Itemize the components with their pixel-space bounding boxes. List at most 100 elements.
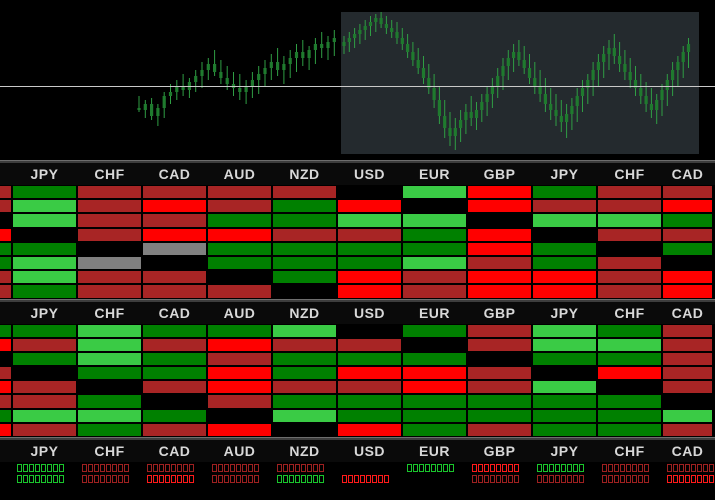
- heatmap-cell[interactable]: [598, 394, 661, 409]
- column-header-eur-2[interactable]: EUR: [403, 305, 466, 321]
- column-header-jpy-1[interactable]: JPY: [13, 166, 76, 182]
- heatmap-cell[interactable]: [338, 213, 401, 228]
- heatmap-cell[interactable]: [78, 185, 141, 200]
- heatmap-cell[interactable]: [598, 380, 661, 395]
- grid-1-body[interactable]: [0, 185, 715, 299]
- heatmap-cell[interactable]: [663, 185, 712, 200]
- column-header-cad-1[interactable]: CAD: [663, 166, 712, 182]
- heatmap-cell[interactable]: [663, 241, 712, 256]
- column-header-gbp-2[interactable]: GBP: [468, 305, 531, 321]
- heatmap-cell[interactable]: [403, 213, 466, 228]
- heatmap-cell[interactable]: [208, 408, 271, 423]
- heatmap-cell[interactable]: [533, 422, 596, 437]
- heatmap-cell[interactable]: [403, 337, 466, 352]
- heatmap-cell[interactable]: [533, 323, 596, 338]
- heatmap-cell[interactable]: [663, 366, 712, 381]
- column-header-jpy-1[interactable]: JPY: [533, 166, 596, 182]
- mini-bar-cell[interactable]: [273, 473, 336, 484]
- heatmap-cell[interactable]: [143, 351, 206, 367]
- heatmap-cell[interactable]: [598, 323, 661, 338]
- heatmap-cell[interactable]: [468, 408, 531, 423]
- heatmap-cell[interactable]: [598, 366, 661, 381]
- column-header-aud-2[interactable]: AUD: [208, 305, 271, 321]
- heatmap-cell[interactable]: [403, 227, 466, 242]
- heatmap-cell[interactable]: [533, 394, 596, 409]
- heatmap-cell[interactable]: [468, 227, 531, 242]
- heatmap-cell[interactable]: [78, 422, 141, 437]
- heatmap-cell[interactable]: [533, 185, 596, 200]
- heatmap-cell[interactable]: [663, 199, 712, 214]
- heatmap-cell[interactable]: [78, 351, 141, 367]
- heatmap-cell[interactable]: [403, 199, 466, 214]
- heatmap-cell[interactable]: [663, 284, 712, 299]
- heatmap-cell[interactable]: [598, 422, 661, 437]
- heatmap-cell[interactable]: [338, 394, 401, 409]
- heatmap-cell[interactable]: [13, 323, 76, 338]
- mini-bar-cell[interactable]: [533, 473, 596, 484]
- heatmap-cell[interactable]: [13, 284, 76, 299]
- heatmap-cell[interactable]: [273, 380, 336, 395]
- column-header-usd-2[interactable]: USD: [338, 305, 401, 321]
- heatmap-cell[interactable]: [663, 394, 712, 409]
- mini-bar-cell[interactable]: [208, 473, 271, 484]
- column-header-eur-1[interactable]: EUR: [403, 166, 466, 182]
- heatmap-cell[interactable]: [208, 199, 271, 214]
- heatmap-cell[interactable]: [468, 337, 531, 352]
- heatmap-cell[interactable]: [143, 323, 206, 338]
- heatmap-cell[interactable]: [0, 255, 11, 271]
- heatmap-cell[interactable]: [598, 351, 661, 367]
- column-header-chf-1[interactable]: CHF: [598, 166, 661, 182]
- heatmap-cell[interactable]: [533, 380, 596, 395]
- heatmap-cell[interactable]: [533, 284, 596, 299]
- heatmap-cell[interactable]: [143, 380, 206, 395]
- heatmap-cell[interactable]: [598, 241, 661, 256]
- heatmap-cell[interactable]: [13, 408, 76, 423]
- heatmap-cell[interactable]: [403, 323, 466, 338]
- heatmap-cell[interactable]: [598, 408, 661, 423]
- heatmap-cell[interactable]: [78, 270, 141, 285]
- heatmap-cell[interactable]: [78, 199, 141, 214]
- column-header-chf-3[interactable]: CHF: [78, 443, 141, 459]
- heatmap-cell[interactable]: [0, 284, 11, 299]
- heatmap-cell[interactable]: [338, 351, 401, 367]
- column-header-gbp-1[interactable]: GBP: [468, 166, 531, 182]
- heatmap-cell[interactable]: [663, 351, 712, 367]
- heatmap-cell[interactable]: [0, 227, 11, 242]
- heatmap-cell[interactable]: [13, 213, 76, 228]
- heatmap-cell[interactable]: [208, 213, 271, 228]
- mini-bar-cell[interactable]: [273, 462, 336, 473]
- column-header-chf-1[interactable]: CHF: [78, 166, 141, 182]
- column-header-nzd-2[interactable]: NZD: [273, 305, 336, 321]
- column-header-cad-2[interactable]: CAD: [143, 305, 206, 321]
- heatmap-cell[interactable]: [208, 422, 271, 437]
- heatmap-cell[interactable]: [533, 227, 596, 242]
- heatmap-cell[interactable]: [208, 185, 271, 200]
- heatmap-cell[interactable]: [338, 241, 401, 256]
- grid-2-body[interactable]: [0, 323, 715, 437]
- heatmap-cell[interactable]: [403, 394, 466, 409]
- heatmap-cell[interactable]: [208, 380, 271, 395]
- heatmap-cell[interactable]: [13, 199, 76, 214]
- mini-bar-cell[interactable]: [403, 473, 466, 484]
- heatmap-cell[interactable]: [143, 284, 206, 299]
- heatmap-cell[interactable]: [0, 394, 11, 409]
- heatmap-cell[interactable]: [468, 241, 531, 256]
- heatmap-cell[interactable]: [13, 227, 76, 242]
- heatmap-cell[interactable]: [78, 323, 141, 338]
- heatmap-cell[interactable]: [0, 323, 11, 338]
- heatmap-cell[interactable]: [143, 422, 206, 437]
- heatmap-cell[interactable]: [338, 366, 401, 381]
- column-header-aud-1[interactable]: AUD: [208, 166, 271, 182]
- heatmap-cell[interactable]: [143, 199, 206, 214]
- column-header-eur-3[interactable]: EUR: [403, 443, 466, 459]
- heatmap-cell[interactable]: [143, 213, 206, 228]
- column-header-usd-3[interactable]: USD: [338, 443, 401, 459]
- heatmap-cell[interactable]: [533, 241, 596, 256]
- mini-bar-cell[interactable]: [0, 473, 11, 484]
- heatmap-cell[interactable]: [208, 351, 271, 367]
- mini-bar-cell[interactable]: [13, 462, 76, 473]
- heatmap-cell[interactable]: [598, 337, 661, 352]
- mini-bar-cell[interactable]: [598, 473, 661, 484]
- heatmap-cell[interactable]: [598, 185, 661, 200]
- heatmap-cell[interactable]: [403, 284, 466, 299]
